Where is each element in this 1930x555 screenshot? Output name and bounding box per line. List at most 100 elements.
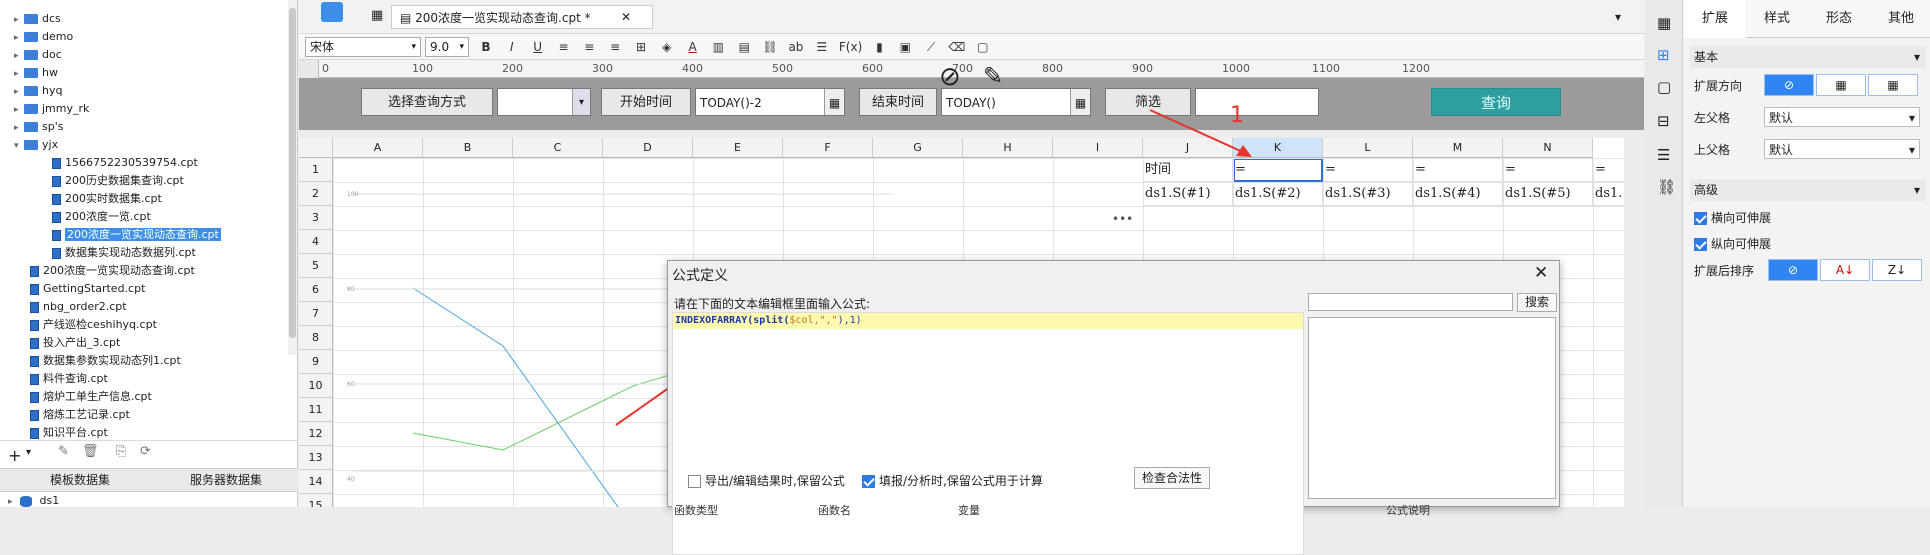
row-header[interactable]: 12 [299, 422, 333, 446]
tree-folder[interactable]: ▸ hyq [0, 82, 62, 100]
cell-attr-icon[interactable]: ⌫ [946, 37, 968, 57]
add-icon[interactable]: + [8, 446, 21, 465]
column-header[interactable]: E [693, 138, 783, 158]
bold-button[interactable]: B [475, 37, 497, 57]
calendar-icon[interactable]: ▦ [1070, 89, 1090, 115]
tab-expand[interactable]: 扩展 [1684, 0, 1746, 38]
formula-editor[interactable]: INDEXOFARRAY(split($col,","),1) [672, 312, 1304, 555]
start-time-input[interactable]: TODAY()-2 ▦ [695, 88, 845, 116]
font-color-icon[interactable]: A [682, 37, 704, 57]
grid-cell[interactable]: ds1.S(#3) [1323, 182, 1413, 206]
grid-cell[interactable]: = [1413, 158, 1503, 182]
align-right-icon[interactable]: ≡ [604, 37, 626, 57]
corner-cell[interactable] [299, 138, 333, 158]
refresh-icon[interactable]: ⟳ [140, 444, 151, 459]
preview-icon[interactable]: ⎘ [116, 444, 126, 459]
row-header[interactable]: 9 [299, 350, 333, 374]
tree-file[interactable]: 数据集实现动态数据列.cpt [0, 244, 196, 262]
close-icon[interactable]: ✕ [1534, 263, 1548, 283]
tree-file[interactable]: 熔炼工艺记录.cpt [0, 406, 130, 424]
tab-template-dataset[interactable]: 模板数据集 [50, 471, 110, 488]
export-checkbox[interactable] [688, 475, 701, 488]
query-button[interactable]: 查询 [1431, 88, 1561, 116]
condition-icon[interactable]: ▢ [1657, 78, 1671, 96]
row-header[interactable]: 15 [299, 494, 333, 507]
horizontal-extend-checkbox[interactable] [1694, 212, 1707, 225]
tree-file[interactable]: 200浓度一览实现动态查询.cpt [0, 226, 221, 244]
chart-icon[interactable]: ▮ [868, 37, 890, 57]
row-header[interactable]: 2 [299, 182, 333, 206]
file-tab[interactable]: ▤ 200浓度一览实现动态查询.cpt * [391, 5, 653, 29]
underline-button[interactable]: U [527, 37, 549, 57]
section-basic[interactable]: 基本 ▾ [1690, 46, 1926, 68]
tree-file[interactable]: 料件查询.cpt [0, 370, 108, 388]
row-header[interactable]: 8 [299, 326, 333, 350]
filter-input[interactable] [1195, 88, 1319, 116]
column-header[interactable]: F [783, 138, 873, 158]
column-header[interactable]: D [603, 138, 693, 158]
column-header[interactable]: I [1053, 138, 1143, 158]
layer-icon[interactable]: ☰ [1657, 146, 1670, 164]
edit-icon[interactable]: ✎ [58, 444, 69, 459]
tree-file[interactable]: 熔炉工单生产信息.cpt [0, 388, 152, 406]
dataset-item[interactable]: ▸ ds1 [8, 494, 59, 507]
tree-folder[interactable]: ▾ yjx [0, 136, 58, 154]
tree-folder[interactable]: ▸ doc [0, 46, 62, 64]
chevron-down-icon[interactable]: ▾ [26, 447, 31, 458]
tab-other[interactable]: 其他 [1870, 0, 1930, 38]
vertical-extend-checkbox[interactable] [1694, 238, 1707, 251]
function-list[interactable] [1308, 317, 1556, 499]
format-painter-icon[interactable]: ▾ [1615, 10, 1621, 24]
column-header[interactable]: J [1143, 138, 1233, 158]
fill-checkbox[interactable] [862, 475, 875, 488]
sort-asc-button[interactable]: A↓ [1820, 259, 1870, 281]
richtext-icon[interactable]: ☰ [811, 37, 833, 57]
align-center-icon[interactable]: ≡ [578, 37, 600, 57]
row-header[interactable]: 10 [299, 374, 333, 398]
tab-server-dataset[interactable]: 服务器数据集 [190, 471, 262, 488]
grid-cell[interactable]: ds1.S(#5) [1503, 182, 1593, 206]
close-tab-icon[interactable]: ✕ [621, 10, 631, 24]
section-advanced[interactable]: 高级 ▾ [1690, 179, 1926, 201]
tree-file[interactable]: nbg_order2.cpt [0, 298, 127, 316]
hide-eye-icon[interactable]: ⊘ [939, 62, 961, 92]
expand-none-button[interactable]: ⊘ [1764, 74, 1814, 96]
column-header[interactable]: H [963, 138, 1053, 158]
grid-cell[interactable]: ds1.S(#4) [1413, 182, 1503, 206]
column-header[interactable]: M [1413, 138, 1503, 158]
tab-shape[interactable]: 形态 [1808, 0, 1870, 38]
column-header[interactable]: A [333, 138, 423, 158]
row-header[interactable]: 6 [299, 278, 333, 302]
row-header[interactable]: 4 [299, 230, 333, 254]
check-validity-button[interactable]: 检查合法性 [1134, 467, 1210, 489]
column-header[interactable]: K [1233, 138, 1323, 158]
expand-vertical-button[interactable]: ▦ [1816, 74, 1866, 96]
tree-folder[interactable]: ▸ demo [0, 28, 73, 46]
column-header[interactable]: C [513, 138, 603, 158]
tree-file[interactable]: 200实时数据集.cpt [0, 190, 162, 208]
row-header[interactable]: 3 [299, 206, 333, 230]
image-icon[interactable]: ▣ [894, 37, 916, 57]
widget-icon[interactable]: ⊞ [1657, 46, 1670, 64]
column-header[interactable]: L [1323, 138, 1413, 158]
column-header[interactable]: B [423, 138, 513, 158]
font-size-select[interactable]: 9.0 ▾ [425, 37, 469, 57]
tree-file[interactable]: GettingStarted.cpt [0, 280, 145, 298]
italic-button[interactable]: I [501, 37, 523, 57]
row-header[interactable]: 13 [299, 446, 333, 470]
border-icon[interactable]: ⊞ [630, 37, 652, 57]
more-icon[interactable]: ••• [1112, 212, 1133, 226]
tree-folder[interactable]: ▸ hw [0, 64, 58, 82]
link-icon[interactable]: ⛓ [759, 37, 781, 57]
no-sort-button[interactable]: ⊘ [1768, 259, 1818, 281]
tree-folder[interactable]: ▸ dcs [0, 10, 61, 28]
expand-horizontal-button[interactable]: ▦ [1868, 74, 1918, 96]
slash-icon[interactable]: ⟋ [920, 37, 942, 57]
dropdown-icon[interactable]: ▾ [572, 89, 590, 115]
tree-file[interactable]: 200浓度一览实现动态查询.cpt [0, 262, 195, 280]
grid-view-icon[interactable]: ▦ [371, 8, 383, 23]
left-parent-select[interactable]: 默认 ▾ [1764, 107, 1920, 127]
fill-keep-formula-option[interactable]: 填报/分析时,保留公式用于计算 [862, 472, 1043, 489]
calendar-icon[interactable]: ▦ [824, 89, 844, 115]
tree-file[interactable]: 产线巡检ceshihyq.cpt [0, 316, 157, 334]
